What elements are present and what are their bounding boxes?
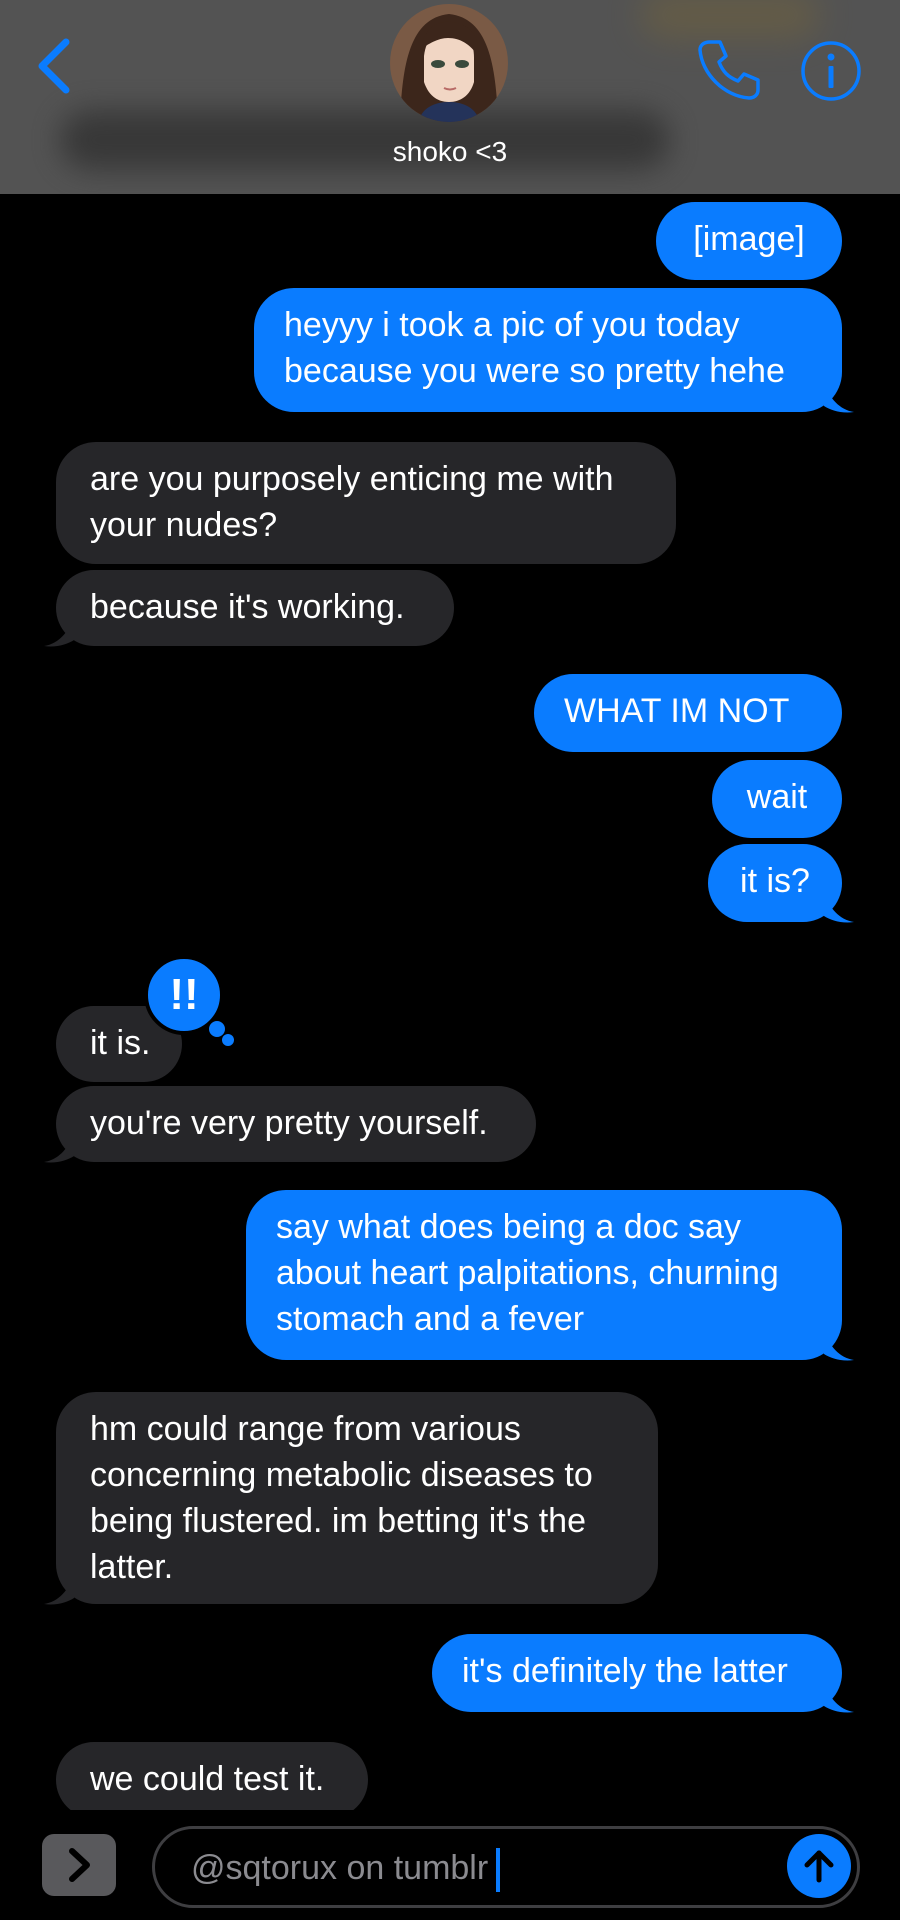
bubble-tail [44, 614, 74, 647]
info-icon[interactable] [800, 40, 862, 102]
message-sent[interactable]: WHAT IM NOT [534, 674, 842, 752]
message-received[interactable]: we could test it. [56, 1742, 368, 1818]
bubble-tail [824, 380, 854, 413]
message-sent[interactable]: it's definitely the latter [432, 1634, 842, 1712]
apps-button[interactable] [42, 1834, 116, 1896]
message-input-text: @sqtorux on tumblr [191, 1849, 489, 1887]
phone-icon[interactable] [696, 36, 762, 102]
bubble-tail [824, 1680, 854, 1713]
message-sent[interactable]: say what does being a doc say about hear… [246, 1190, 842, 1360]
message-sent[interactable]: it is? [708, 844, 842, 922]
header-blur-shape-2 [640, 0, 820, 40]
message-sent[interactable]: heyyy i took a pic of you today because … [254, 288, 842, 412]
message-received[interactable]: hm could range from various concerning m… [56, 1392, 658, 1604]
arrow-up-icon [804, 1850, 834, 1883]
chevron-right-icon [69, 1848, 90, 1882]
message-sent[interactable]: wait [712, 760, 842, 838]
text-caret [496, 1848, 501, 1893]
bubble-tail [824, 890, 854, 923]
send-button[interactable] [787, 1834, 851, 1898]
message-input[interactable]: @sqtorux on tumblr [152, 1826, 860, 1908]
bubble-tail [44, 1130, 74, 1163]
message-received[interactable]: you're very pretty yourself. [56, 1086, 536, 1162]
message-received[interactable]: are you purposely enticing me with your … [56, 442, 676, 564]
message-sent[interactable]: [image] [656, 202, 842, 280]
bubble-tail [824, 1328, 854, 1361]
avatar[interactable] [390, 4, 508, 122]
reaction-tail-dot [222, 1034, 234, 1046]
bubble-tail [44, 1572, 74, 1605]
message-received[interactable]: because it's working. [56, 570, 454, 646]
chevron-left-icon[interactable] [34, 36, 78, 96]
contact-name[interactable]: shoko <3 [0, 136, 900, 168]
conversation-header: shoko <3 [0, 0, 900, 194]
